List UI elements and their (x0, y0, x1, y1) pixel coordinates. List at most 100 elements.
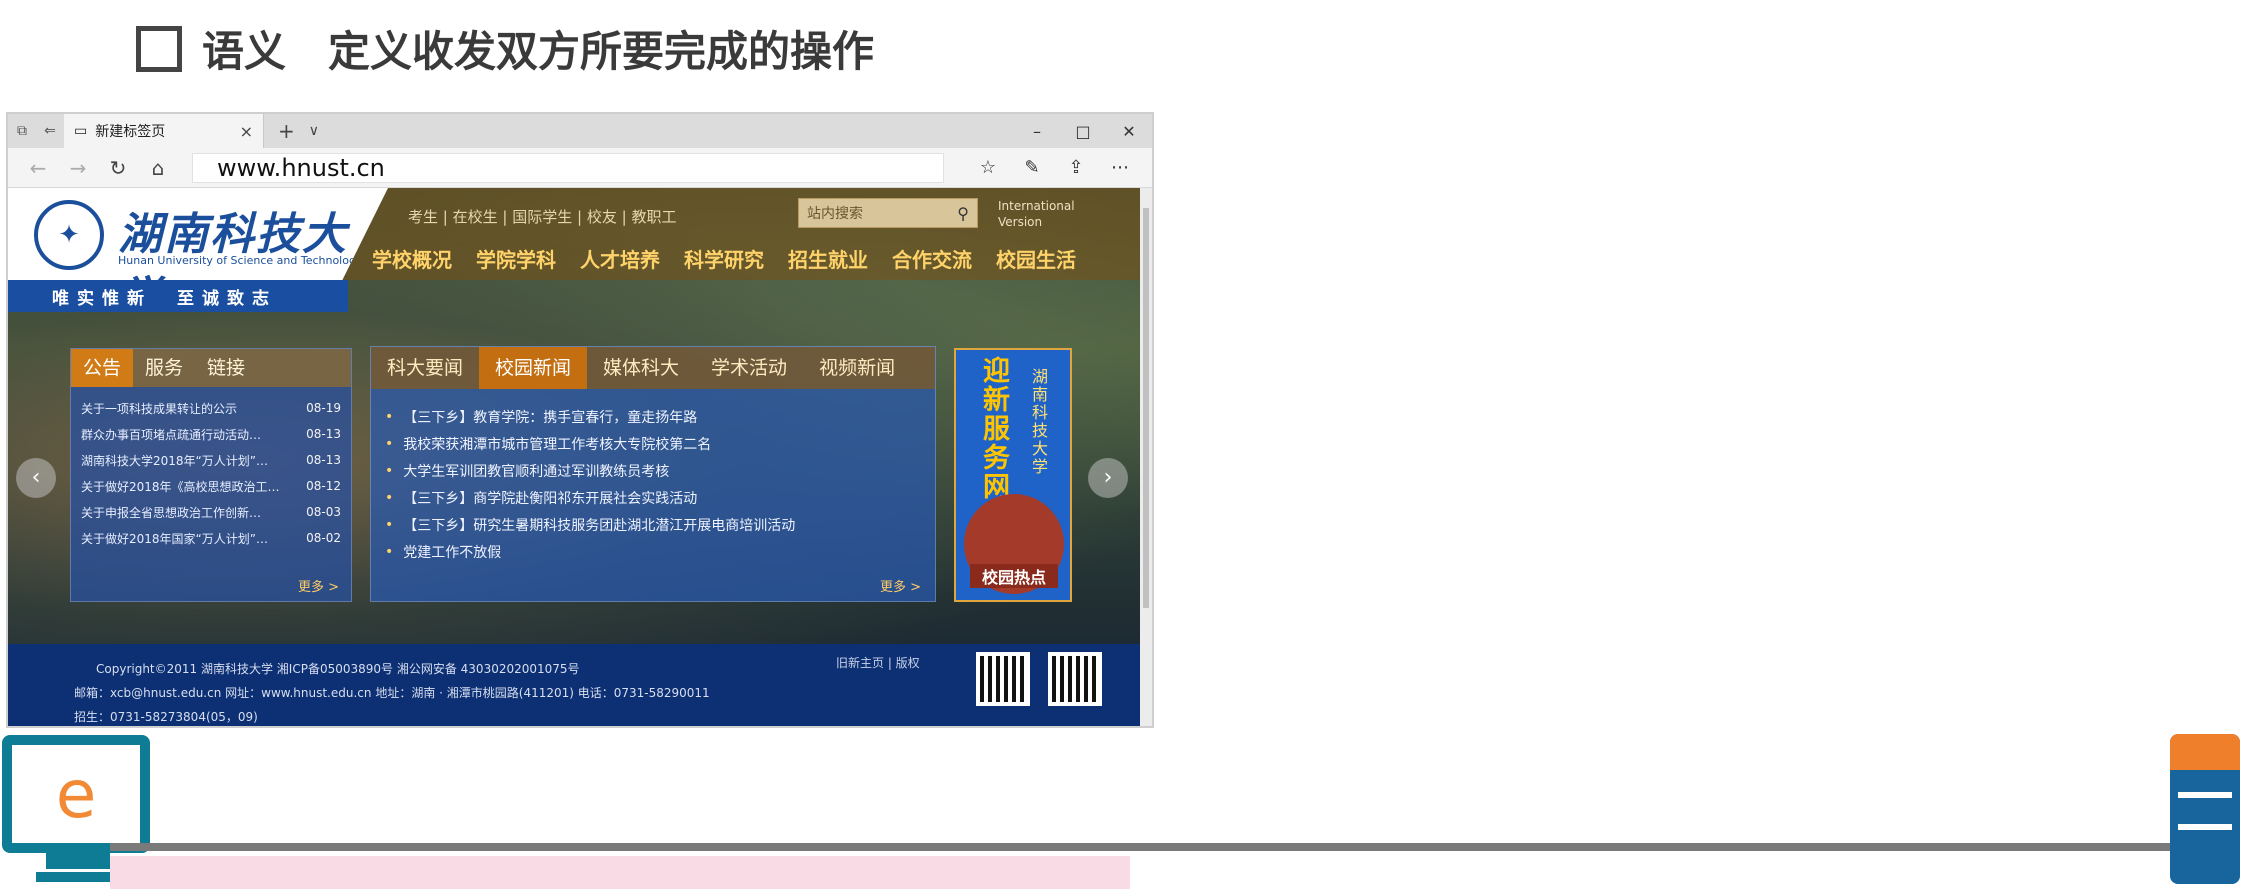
nav-item[interactable]: 学院学科 (476, 244, 556, 273)
list-item[interactable]: 湖南科技大学2018年“万人计划”… 08-13 (81, 447, 341, 473)
more-link[interactable]: 更多 > (298, 576, 339, 595)
close-tab-icon[interactable]: × (240, 122, 253, 141)
slide-title: 语义 定义收发双方所要完成的操作 (136, 18, 874, 79)
list-item[interactable]: 群众办事百项堵点疏通行动活动… 08-13 (81, 421, 341, 447)
list-item[interactable]: • 党建工作不放假 (385, 538, 921, 565)
tab-links[interactable]: 链接 (195, 349, 257, 387)
item-title: 【三下乡】教育学院：携手宣春行，童走扬年路 (403, 409, 698, 426)
tab-news[interactable]: 科大要闻 (371, 347, 479, 389)
list-item[interactable]: • 【三下乡】商学院赴衡阳祁东开展社会实践活动 (385, 484, 921, 511)
banner-hot-label: 校园热点 (970, 564, 1058, 588)
item-date: 08-13 (306, 427, 341, 441)
set-aside-tabs-icon[interactable]: ⇐ (36, 123, 64, 139)
top-link[interactable]: 校友 (587, 208, 617, 226)
page-scrollbar[interactable] (1140, 188, 1152, 726)
nav-item[interactable]: 学校概况 (372, 244, 452, 273)
intl-line2: Version (998, 215, 1043, 229)
tab-preview-chevron-icon[interactable]: ∨ (309, 123, 319, 139)
nav-item[interactable]: 校园生活 (996, 244, 1076, 273)
item-title: 我校荣获湘潭市城市管理工作考核大专院校第二名 (403, 436, 712, 453)
favorites-icon[interactable]: ☆ (966, 157, 1010, 178)
logo[interactable]: ✦ 湖南科技大学 Hunan University of Science and… (8, 188, 388, 280)
more-link[interactable]: 更多 > (880, 576, 921, 595)
bullet-icon: • (385, 435, 394, 452)
carousel-next-button[interactable]: › (1088, 458, 1128, 498)
bullet-icon: • (385, 489, 394, 506)
item-title: 湖南科技大学2018年“万人计划”… (81, 453, 268, 468)
computer-base (36, 872, 120, 882)
page-viewport: ✦ 湖南科技大学 Hunan University of Science and… (8, 188, 1152, 726)
page-icon: ▭ (74, 123, 88, 139)
maximize-button[interactable]: □ (1060, 122, 1106, 141)
search-placeholder: 站内搜索 (807, 206, 863, 222)
tab-label: 新建标签页 (95, 124, 166, 140)
tab-actions-icon[interactable]: ⧉ (8, 123, 36, 139)
client-computer-icon: e (2, 735, 150, 853)
nav-item[interactable]: 招生就业 (788, 244, 868, 273)
tab-video[interactable]: 视频新闻 (803, 347, 911, 389)
item-title: 关于做好2018年《高校思想政治工… (81, 479, 280, 494)
tab-service[interactable]: 服务 (133, 349, 195, 387)
list-item[interactable]: • 【三下乡】研究生暑期科技服务团赴湖北潜江开展电商培训活动 (385, 511, 921, 538)
list-item[interactable]: 关于申报全省思想政治工作创新… 08-03 (81, 499, 341, 525)
search-icon[interactable]: ⚲ (957, 204, 969, 223)
footer-admission: 招生：0731-58273804(05，09) (74, 710, 258, 724)
list-item[interactable]: • 大学生军训团教官顺利通过军训教练员考核 (385, 457, 921, 484)
item-date: 08-02 (306, 531, 341, 545)
footer-contact: 邮箱：xcb@hnust.edu.cn 网址：www.hnust.edu.cn … (74, 686, 710, 700)
home-button[interactable]: ⌂ (138, 156, 178, 180)
nav-item[interactable]: 人才培养 (580, 244, 660, 273)
top-link[interactable]: 考生 (408, 208, 438, 226)
welcome-banner[interactable]: 迎新服务网 湖南科技大学 校园热点 (954, 348, 1072, 602)
footer-links[interactable]: 旧新主页 | 版权 (836, 654, 920, 671)
nav-item[interactable]: 科学研究 (684, 244, 764, 273)
banner-university: 湖南科技大学 (1029, 368, 1048, 476)
back-button[interactable]: ← (18, 156, 58, 180)
computer-stand (46, 853, 110, 869)
tab-new[interactable]: ▭ 新建标签页 × (64, 114, 264, 148)
item-date: 08-12 (306, 479, 341, 493)
top-link[interactable]: 教职工 (631, 208, 676, 226)
item-date: 08-03 (306, 505, 341, 519)
tab-media[interactable]: 媒体科大 (587, 347, 695, 389)
tab-academic[interactable]: 学术活动 (695, 347, 803, 389)
item-title: 关于一项科技成果转让的公示 (81, 401, 238, 416)
refresh-button[interactable]: ↻ (98, 156, 138, 180)
browser-window: ⧉ ⇐ ▭ 新建标签页 × + ∨ – □ ✕ ← → ↻ ⌂ www.hnus… (6, 112, 1154, 728)
site-search-input[interactable]: 站内搜索 ⚲ (798, 198, 978, 228)
tab-notice[interactable]: 公告 (71, 349, 134, 387)
forward-button[interactable]: → (58, 156, 98, 180)
address-bar[interactable]: www.hnust.cn (192, 152, 944, 183)
item-title: 党建工作不放假 (403, 544, 502, 561)
list-item[interactable]: 关于一项科技成果转让的公示 08-19 (81, 395, 341, 421)
item-title: 大学生军训团教官顺利通过军训教练员考核 (403, 463, 670, 480)
more-icon[interactable]: ⋯ (1098, 157, 1142, 178)
item-title: 关于申报全省思想政治工作创新… (81, 505, 262, 520)
international-version-link[interactable]: International Version (998, 198, 1108, 230)
footer-copyright: Copyright©2011 湖南科技大学 湘ICP备05003890号 湘公网… (96, 662, 580, 676)
list-item[interactable]: 关于做好2018年国家“万人计划”… 08-02 (81, 525, 341, 551)
close-window-button[interactable]: ✕ (1106, 122, 1152, 141)
bullet-icon: • (385, 408, 394, 425)
bullet-icon: • (385, 543, 394, 560)
data-packet-strip (110, 856, 1130, 889)
connection-line (110, 843, 2170, 851)
top-link[interactable]: 在校生 (453, 208, 498, 226)
server-icon (2170, 734, 2240, 884)
item-date: 08-19 (306, 401, 341, 415)
carousel-prev-button[interactable]: ‹ (16, 458, 56, 498)
tab-campus-news[interactable]: 校园新闻 (479, 347, 588, 389)
list-item[interactable]: 关于做好2018年《高校思想政治工… 08-12 (81, 473, 341, 499)
bullet-icon: • (385, 516, 394, 533)
list-item[interactable]: • 我校荣获湘潭市城市管理工作考核大专院校第二名 (385, 430, 921, 457)
list-item[interactable]: • 【三下乡】教育学院：携手宣春行，童走扬年路 (385, 403, 921, 430)
news-panel: 科大要闻 校园新闻 媒体科大 学术活动 视频新闻 • 【三下乡】教育学院：携手宣春… (370, 346, 936, 602)
intl-line1: International (998, 199, 1075, 213)
new-tab-button[interactable]: + (278, 119, 295, 143)
nav-item[interactable]: 合作交流 (892, 244, 972, 273)
scroll-thumb[interactable] (1143, 208, 1149, 608)
share-icon[interactable]: ⇪ (1054, 157, 1098, 178)
notes-icon[interactable]: ✎ (1010, 157, 1054, 178)
top-link[interactable]: 国际学生 (512, 208, 572, 226)
minimize-button[interactable]: – (1014, 122, 1060, 141)
